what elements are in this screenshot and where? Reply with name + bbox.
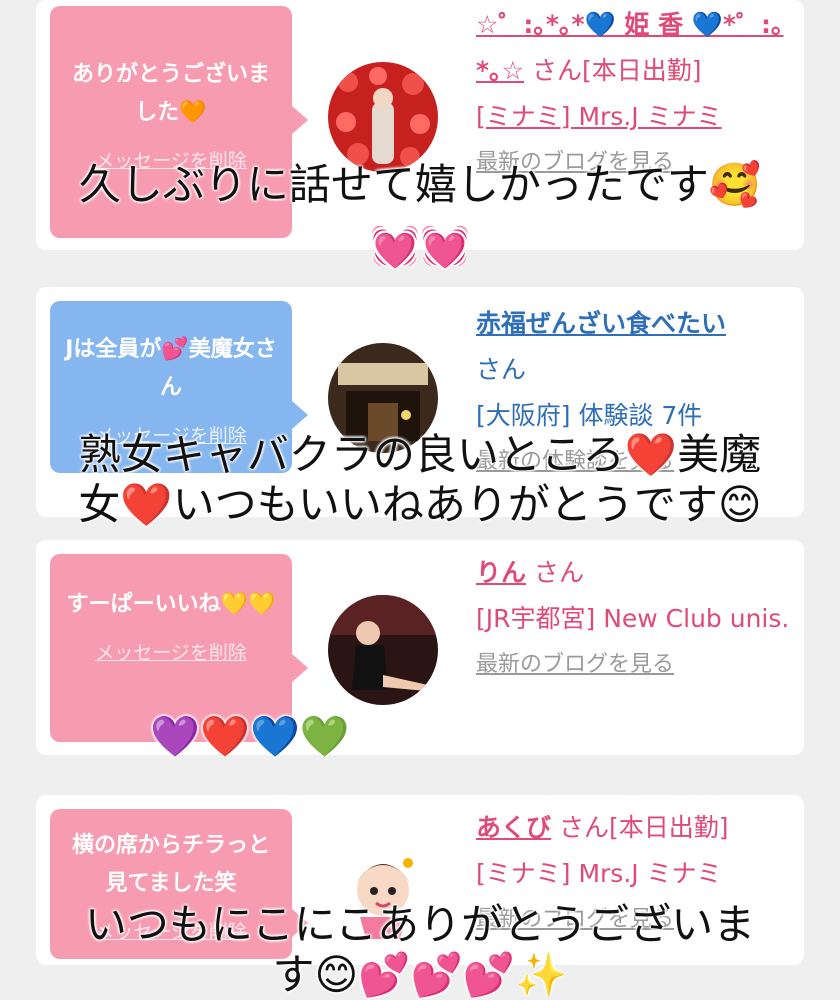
- delete-message-link[interactable]: メッセージを削除: [62, 634, 280, 672]
- message-text: ありがとうございました🧡: [71, 62, 270, 125]
- caption-overlay: 熟女キャバクラの良いところ❤️美魔 女❤️いつもいいねありがとうです😊: [78, 430, 762, 529]
- user-name-link[interactable]: あくび: [476, 813, 551, 842]
- avatar[interactable]: [328, 62, 438, 172]
- caption-overlay: いつもにこにこありがとうございま す😊💕💕💕✨: [84, 900, 756, 999]
- shop-link[interactable]: [JR宇都宮] New Club unis.: [476, 604, 789, 633]
- caption-emoji-overlay: 💜❤️💙💚: [150, 714, 350, 760]
- user-name-link[interactable]: りん: [476, 558, 526, 587]
- user-suffix: さん[本日出勤]: [558, 813, 729, 842]
- user-suffix: さん: [533, 558, 584, 587]
- reviewer-info: [大阪府] 体験談 7件: [476, 401, 703, 430]
- message-text: 横の席からチラっと見てました笑: [71, 833, 270, 896]
- user-info: ☆゜:｡*｡*💙 姫 香 💙*゜:｡*｡☆ さん[本日出勤] [ミナミ] Mrs…: [476, 2, 796, 186]
- message-card: ありがとうございました🧡 メッセージを削除 ☆゜:｡*｡*💙 姫 香 💙*゜:｡…: [36, 0, 804, 250]
- caption-emoji-overlay: 💓💓: [370, 224, 470, 270]
- message-text: すーぱーいいね💛💛: [66, 592, 276, 617]
- user-suffix: さん[本日出勤]: [531, 56, 702, 85]
- user-suffix: さん: [476, 355, 527, 384]
- latest-blog-link[interactable]: 最新のブログを見る: [476, 642, 796, 688]
- caption-overlay: 久しぶりに話せて嬉しかったです🥰: [78, 160, 762, 209]
- user-name-link[interactable]: 赤福ぜんざい食べたい: [476, 309, 726, 338]
- message-text: Jは全員が💕美魔女さん: [65, 337, 277, 400]
- shop-link[interactable]: [ミナミ] Mrs.J ミナミ: [476, 859, 722, 888]
- user-info: りん さん [JR宇都宮] New Club unis. 最新のブログを見る: [476, 550, 796, 688]
- avatar[interactable]: [328, 595, 438, 705]
- shop-link[interactable]: [ミナミ] Mrs.J ミナミ: [476, 102, 722, 131]
